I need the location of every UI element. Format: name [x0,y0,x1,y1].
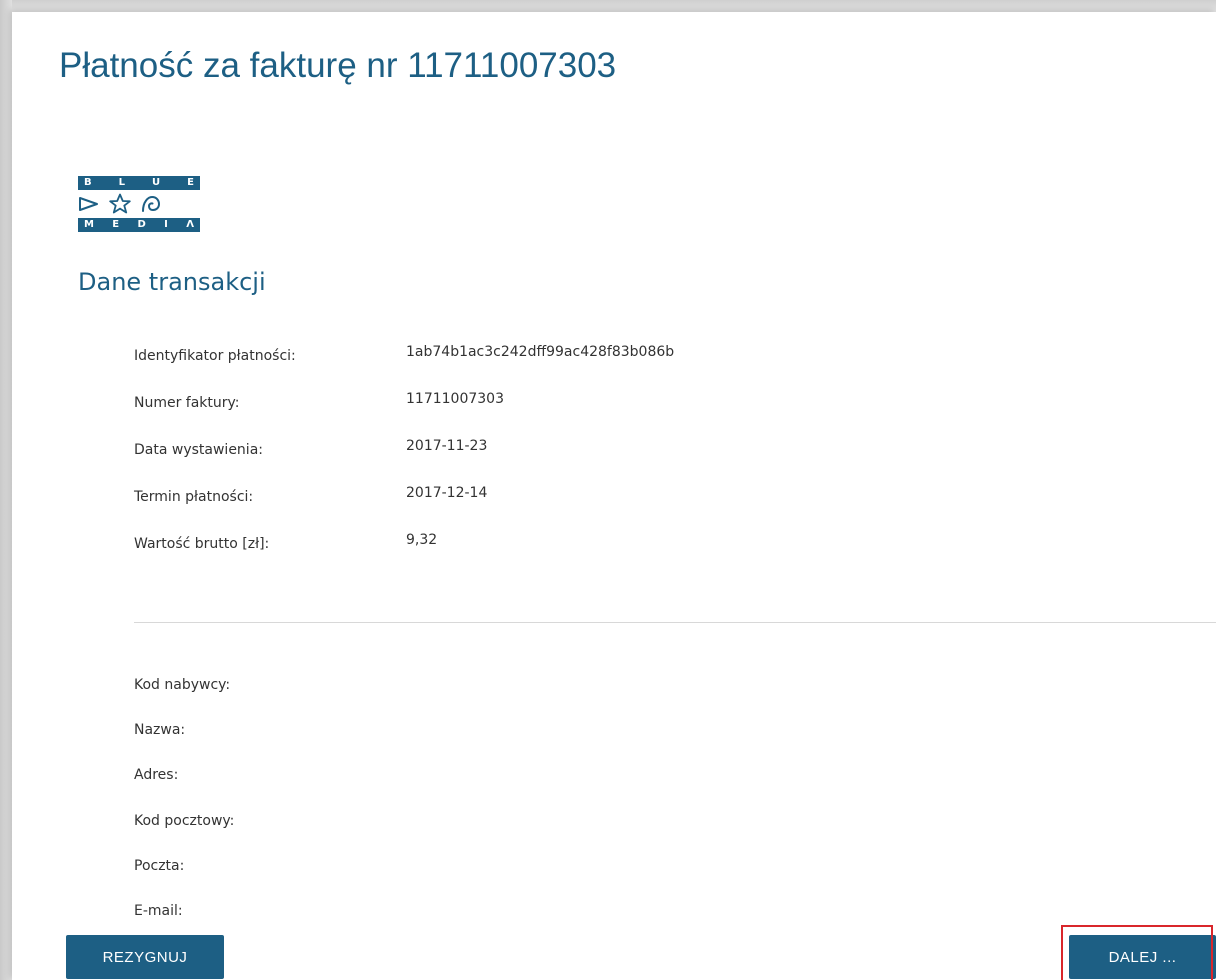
star-icon [108,193,132,215]
issue-date-value: 2017-11-23 [406,438,488,454]
due-date-label: Termin płatności: [134,489,254,505]
logo-letter: M [84,219,94,230]
buyer-name-label: Nazwa: [134,722,186,738]
invoice-number-label: Numer faktury: [134,395,240,411]
payment-page: Płatność za fakturę nr 11711007303 B L U… [12,12,1216,980]
logo-letter: B [84,177,92,188]
buyer-address-label: Adres: [134,767,179,783]
buyer-post-office-label: Poczta: [134,858,185,874]
next-button[interactable]: DALEJ ... [1069,935,1216,979]
page-title: Płatność za fakturę nr 11711007303 [59,46,617,85]
detail-row-payment-id: Identyfikator płatności: 1ab74b1ac3c242d… [134,344,1034,366]
section-divider [134,622,1216,623]
detail-row-due-date: Termin płatności: 2017-12-14 [134,485,1034,507]
detail-row-issue-date: Data wystawienia: 2017-11-23 [134,438,1034,460]
window-top-edge [0,0,1216,12]
logo-letter: Λ [186,219,194,230]
buyer-code-label: Kod nabywcy: [134,677,231,693]
logo-letter: E [112,219,120,230]
detail-row-gross-value: Wartość brutto [zł]: 9,32 [134,532,1034,554]
buyer-postal-code-label: Kod pocztowy: [134,813,235,829]
cancel-button[interactable]: REZYGNUJ [66,935,224,979]
logo-letter: D [137,219,146,230]
gross-value-value: 9,32 [406,532,438,548]
window-left-edge [0,0,12,980]
logo-letter: I [164,219,168,230]
logo-letter: U [152,177,161,188]
play-triangle-icon [78,195,100,213]
section-title: Dane transakcji [78,268,266,296]
gross-value-label: Wartość brutto [zł]: [134,536,270,552]
screenshot-frame: Płatność za fakturę nr 11711007303 B L U… [0,0,1216,980]
invoice-number-value: 11711007303 [406,391,504,407]
logo-top-band: B L U E [78,176,200,190]
blue-media-logo: B L U E M E D I Λ [78,176,200,232]
payment-id-label: Identyfikator płatności: [134,348,296,364]
detail-row-invoice-number: Numer faktury: 11711007303 [134,391,1034,413]
logo-bottom-band: M E D I Λ [78,218,200,232]
logo-letter: E [187,177,194,188]
buyer-email-label: E-mail: [134,903,183,919]
spiral-icon [140,194,162,214]
logo-letter: L [118,177,125,188]
logo-icons [78,190,200,218]
due-date-value: 2017-12-14 [406,485,488,501]
issue-date-label: Data wystawienia: [134,442,263,458]
payment-id-value: 1ab74b1ac3c242dff99ac428f83b086b [406,344,675,360]
